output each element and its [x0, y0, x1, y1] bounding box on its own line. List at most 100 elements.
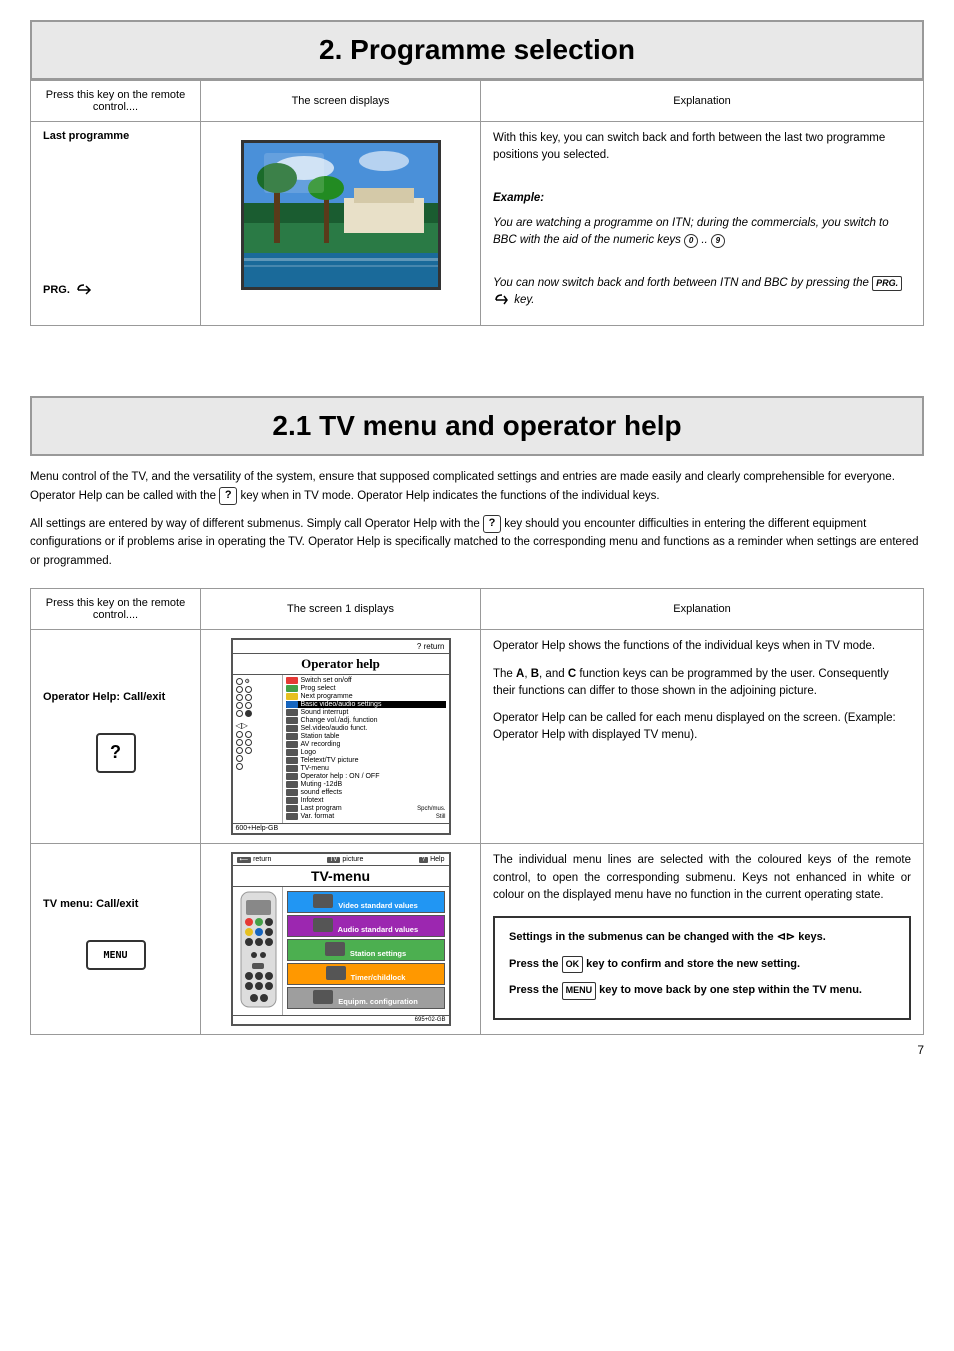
oh-btn — [286, 789, 298, 796]
oh-text-row: Switch set on/off — [286, 677, 446, 684]
tm-header-mid: TV picture — [327, 856, 364, 863]
tm-menu-col: Video standard values Audio standard val… — [283, 887, 449, 1015]
oh-footer-code: 600+Help-GB — [236, 825, 279, 832]
ok-key: OK — [562, 956, 584, 973]
menu-button[interactable]: MENU — [86, 940, 146, 970]
tm-menu-color-label — [326, 966, 346, 980]
op-exp-p3: Operator Help can be called for each men… — [493, 710, 911, 745]
oh-btn — [286, 725, 298, 732]
prg-inline-key: PRG. — [872, 276, 902, 292]
oh-header: ? return — [233, 640, 449, 654]
num-9: 9 — [711, 234, 725, 248]
oh-icon — [245, 739, 252, 746]
oh-icon — [236, 694, 243, 701]
tm-content: Video standard values Audio standard val… — [233, 887, 449, 1015]
oh-text-row: Station table — [286, 733, 446, 740]
tm-title: TV-menu — [233, 866, 449, 887]
oh-btn — [286, 757, 298, 764]
oh-text-row: Infotext — [286, 797, 446, 804]
oh-icon — [245, 694, 252, 701]
oh-text-row: Last program Spch/mus. — [286, 805, 446, 812]
oh-icons-col: ⚙ — [233, 675, 283, 823]
oh-green-btn — [286, 685, 298, 692]
help-key-icon2: ? — [483, 515, 501, 533]
explanation-p1: With this key, you can switch back and f… — [493, 130, 911, 165]
oh-content: ⚙ — [233, 675, 449, 823]
oh-icon — [236, 755, 243, 762]
oh-icon — [236, 702, 243, 709]
table-row: Last programme PRG. — [31, 122, 924, 326]
oh-btn — [286, 733, 298, 740]
col2-header: The screen displays — [201, 81, 481, 122]
list-item: Station settings — [287, 939, 445, 961]
oh-icon — [236, 686, 243, 693]
callout-line3: Press the MENU key to move back by one s… — [509, 981, 895, 1000]
oh-btn — [286, 805, 298, 812]
prg-screen-cell — [201, 122, 481, 326]
menu-key: MENU — [562, 982, 597, 999]
tm-menu-color-label — [313, 990, 333, 1004]
oh-btn — [286, 813, 298, 820]
num-0: 0 — [684, 234, 698, 248]
page-number-area: 7 — [30, 1035, 924, 1065]
oh-icon — [236, 731, 243, 738]
table-row: TV menu: Call/exit MENU ⟵ return — [31, 844, 924, 1035]
oh-arrow-icon: ◁▷ — [236, 721, 248, 730]
col1-header: Press this key on the remote control.... — [31, 81, 201, 122]
oh-text-row: Sel.video/audio funct. — [286, 725, 446, 732]
oh-icon — [245, 710, 252, 717]
oh-text-row: AV recording — [286, 741, 446, 748]
oh-btn — [286, 781, 298, 788]
oh-btn — [286, 797, 298, 804]
op-help-key-cell: Operator Help: Call/exit ? — [31, 630, 201, 844]
tv-menu-screen-cell: ⟵ return TV picture ? Help — [201, 844, 481, 1035]
prg-key-text: PRG. — [43, 284, 70, 296]
oh-text-row: Teletext/TV picture — [286, 757, 446, 764]
tv-menu-screen: ⟵ return TV picture ? Help — [231, 852, 451, 1026]
oh-icon — [245, 731, 252, 738]
prg-key-cell: Last programme PRG. — [31, 122, 201, 326]
tv-menu-key-cell: TV menu: Call/exit MENU — [31, 844, 201, 1035]
section2-title: 2.1 TV menu and operator help — [30, 396, 924, 456]
tm-header-right: ? Help — [419, 856, 445, 863]
arrow-key-symbol: ⊲⊳ — [777, 931, 799, 943]
tm-header: ⟵ return TV picture ? Help — [233, 854, 449, 866]
tm-help-btn: ? — [419, 857, 428, 863]
oh-icon — [236, 763, 243, 770]
section1: 2. Programme selection Press this key on… — [30, 20, 924, 326]
oh-icon — [245, 686, 252, 693]
body-text-p2: All settings are entered by way of diffe… — [30, 515, 924, 570]
callout-line1: Settings in the submenus can be changed … — [509, 928, 895, 947]
callout-box: Settings in the submenus can be changed … — [493, 916, 911, 1020]
tm-menu-color-label — [313, 894, 333, 908]
oh-red-btn — [286, 677, 298, 684]
page-number: 7 — [917, 1043, 924, 1057]
oh-extra2: Still — [436, 814, 446, 820]
oh-text-col: Switch set on/off Prog select Next progr… — [283, 675, 449, 823]
explanation-example-text2: You can now switch back and forth betwee… — [493, 275, 911, 310]
oh-footer: 600+Help-GB — [233, 823, 449, 833]
question-button[interactable]: ? — [96, 733, 136, 773]
prg-symbol: PRG. — [43, 282, 188, 298]
oh-btn — [286, 749, 298, 756]
oh-btn — [286, 709, 298, 716]
oh-text-row: TV-menu — [286, 765, 446, 772]
operator-help-screen: ? return Operator help ⚙ — [231, 638, 451, 835]
section2-table: Press this key on the remote control....… — [30, 588, 924, 1035]
tm-header-left: ⟵ return — [237, 856, 272, 863]
tv-screen-image — [241, 140, 441, 290]
prg-label: Last programme — [43, 130, 188, 142]
oh-text-row: Change vol./adj. function — [286, 717, 446, 724]
op-help-screen-cell: ? return Operator help ⚙ — [201, 630, 481, 844]
tm-menu-color-label — [325, 942, 345, 956]
oh-btn — [286, 773, 298, 780]
oh-icon — [236, 678, 243, 685]
op-exp-p1: Operator Help shows the functions of the… — [493, 638, 911, 655]
tm-menu-color-label — [313, 918, 333, 932]
oh-text-row: Operator help : ON / OFF — [286, 773, 446, 780]
tm-return-btn: ⟵ — [237, 857, 252, 863]
table-row: Operator Help: Call/exit ? ? return Oper… — [31, 630, 924, 844]
oh-btn — [286, 717, 298, 724]
oh-text-row: Prog select — [286, 685, 446, 692]
oh-btn — [286, 765, 298, 772]
